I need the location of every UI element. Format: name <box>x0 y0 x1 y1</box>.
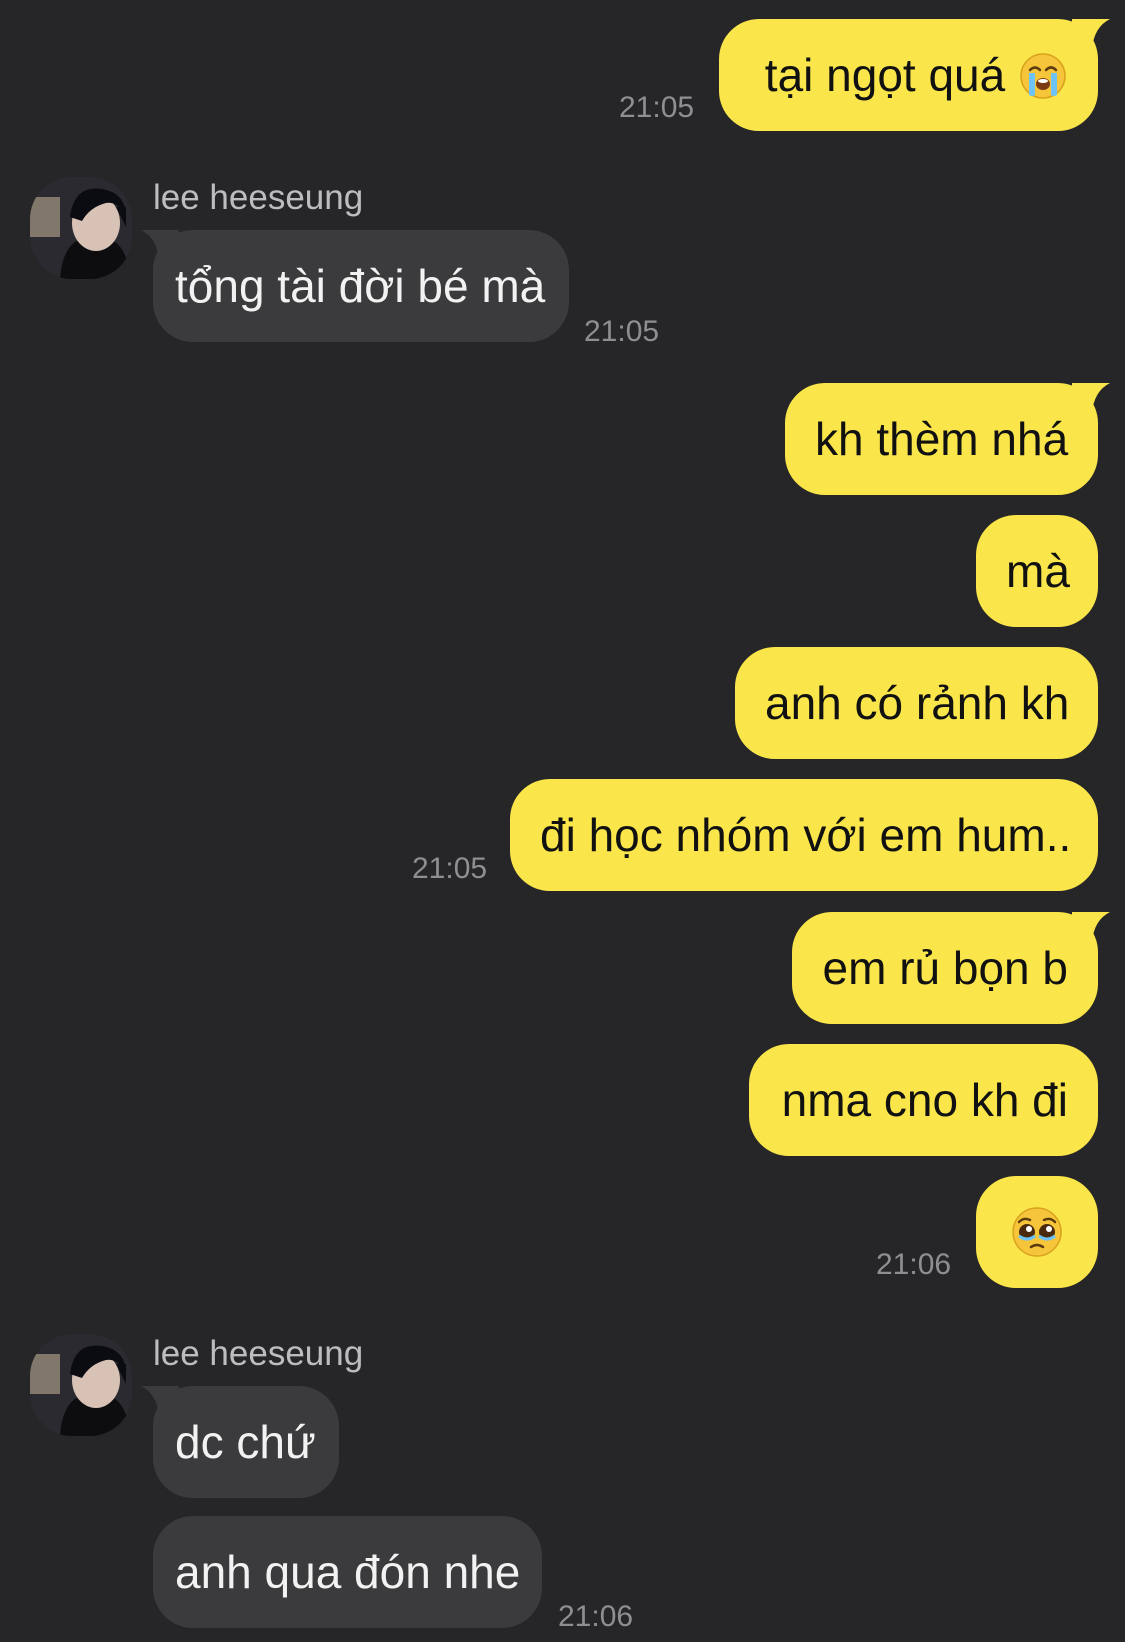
message-timestamp: 21:06 <box>558 1600 634 1633</box>
outgoing-message-bubble[interactable]: đi học nhóm với em hum.. <box>510 779 1098 891</box>
message-timestamp: 21:05 <box>584 315 660 348</box>
incoming-message-bubble[interactable]: anh qua đón nhe <box>153 1516 542 1628</box>
outgoing-message-bubble[interactable]: mà <box>976 515 1098 627</box>
message-text: anh qua đón nhe <box>175 1546 521 1598</box>
message-text: anh có rảnh kh <box>765 677 1070 729</box>
message-timestamp: 21:05 <box>412 852 488 885</box>
outgoing-message-bubble[interactable]: anh có rảnh kh <box>735 647 1098 759</box>
sender-name: lee heeseung <box>153 1334 364 1373</box>
message-text: dc chứ <box>175 1416 316 1468</box>
incoming-message-bubble[interactable]: tổng tài đời bé mà <box>141 230 569 342</box>
message-text: mà <box>1006 545 1070 597</box>
pleading-face-icon <box>1012 1207 1062 1257</box>
incoming-message-bubble[interactable]: dc chứ <box>141 1386 339 1498</box>
message-text: đi học nhóm với em hum.. <box>540 809 1072 861</box>
outgoing-message-bubble[interactable]: nma cno kh đi <box>749 1044 1098 1156</box>
message-text: tại ngọt quá <box>764 49 1006 101</box>
message-text: em rủ bọn b <box>822 942 1068 994</box>
message-text: nma cno kh đi <box>781 1074 1068 1126</box>
outgoing-message-bubble[interactable] <box>976 1176 1098 1288</box>
message-timestamp: 21:06 <box>876 1248 952 1281</box>
message-text: tổng tài đời bé mà <box>175 260 546 312</box>
outgoing-message-bubble[interactable]: tại ngọt quá <box>719 19 1110 131</box>
message-timestamp: 21:05 <box>619 91 695 124</box>
loudly-crying-face-icon <box>1020 53 1066 99</box>
contact-avatar[interactable] <box>30 177 132 279</box>
sender-name: lee heeseung <box>153 178 364 217</box>
outgoing-message-bubble[interactable]: kh thèm nhá <box>785 383 1110 495</box>
outgoing-message-bubble[interactable]: em rủ bọn b <box>792 912 1110 1024</box>
contact-avatar[interactable] <box>30 1334 132 1436</box>
message-text: kh thèm nhá <box>815 413 1069 465</box>
